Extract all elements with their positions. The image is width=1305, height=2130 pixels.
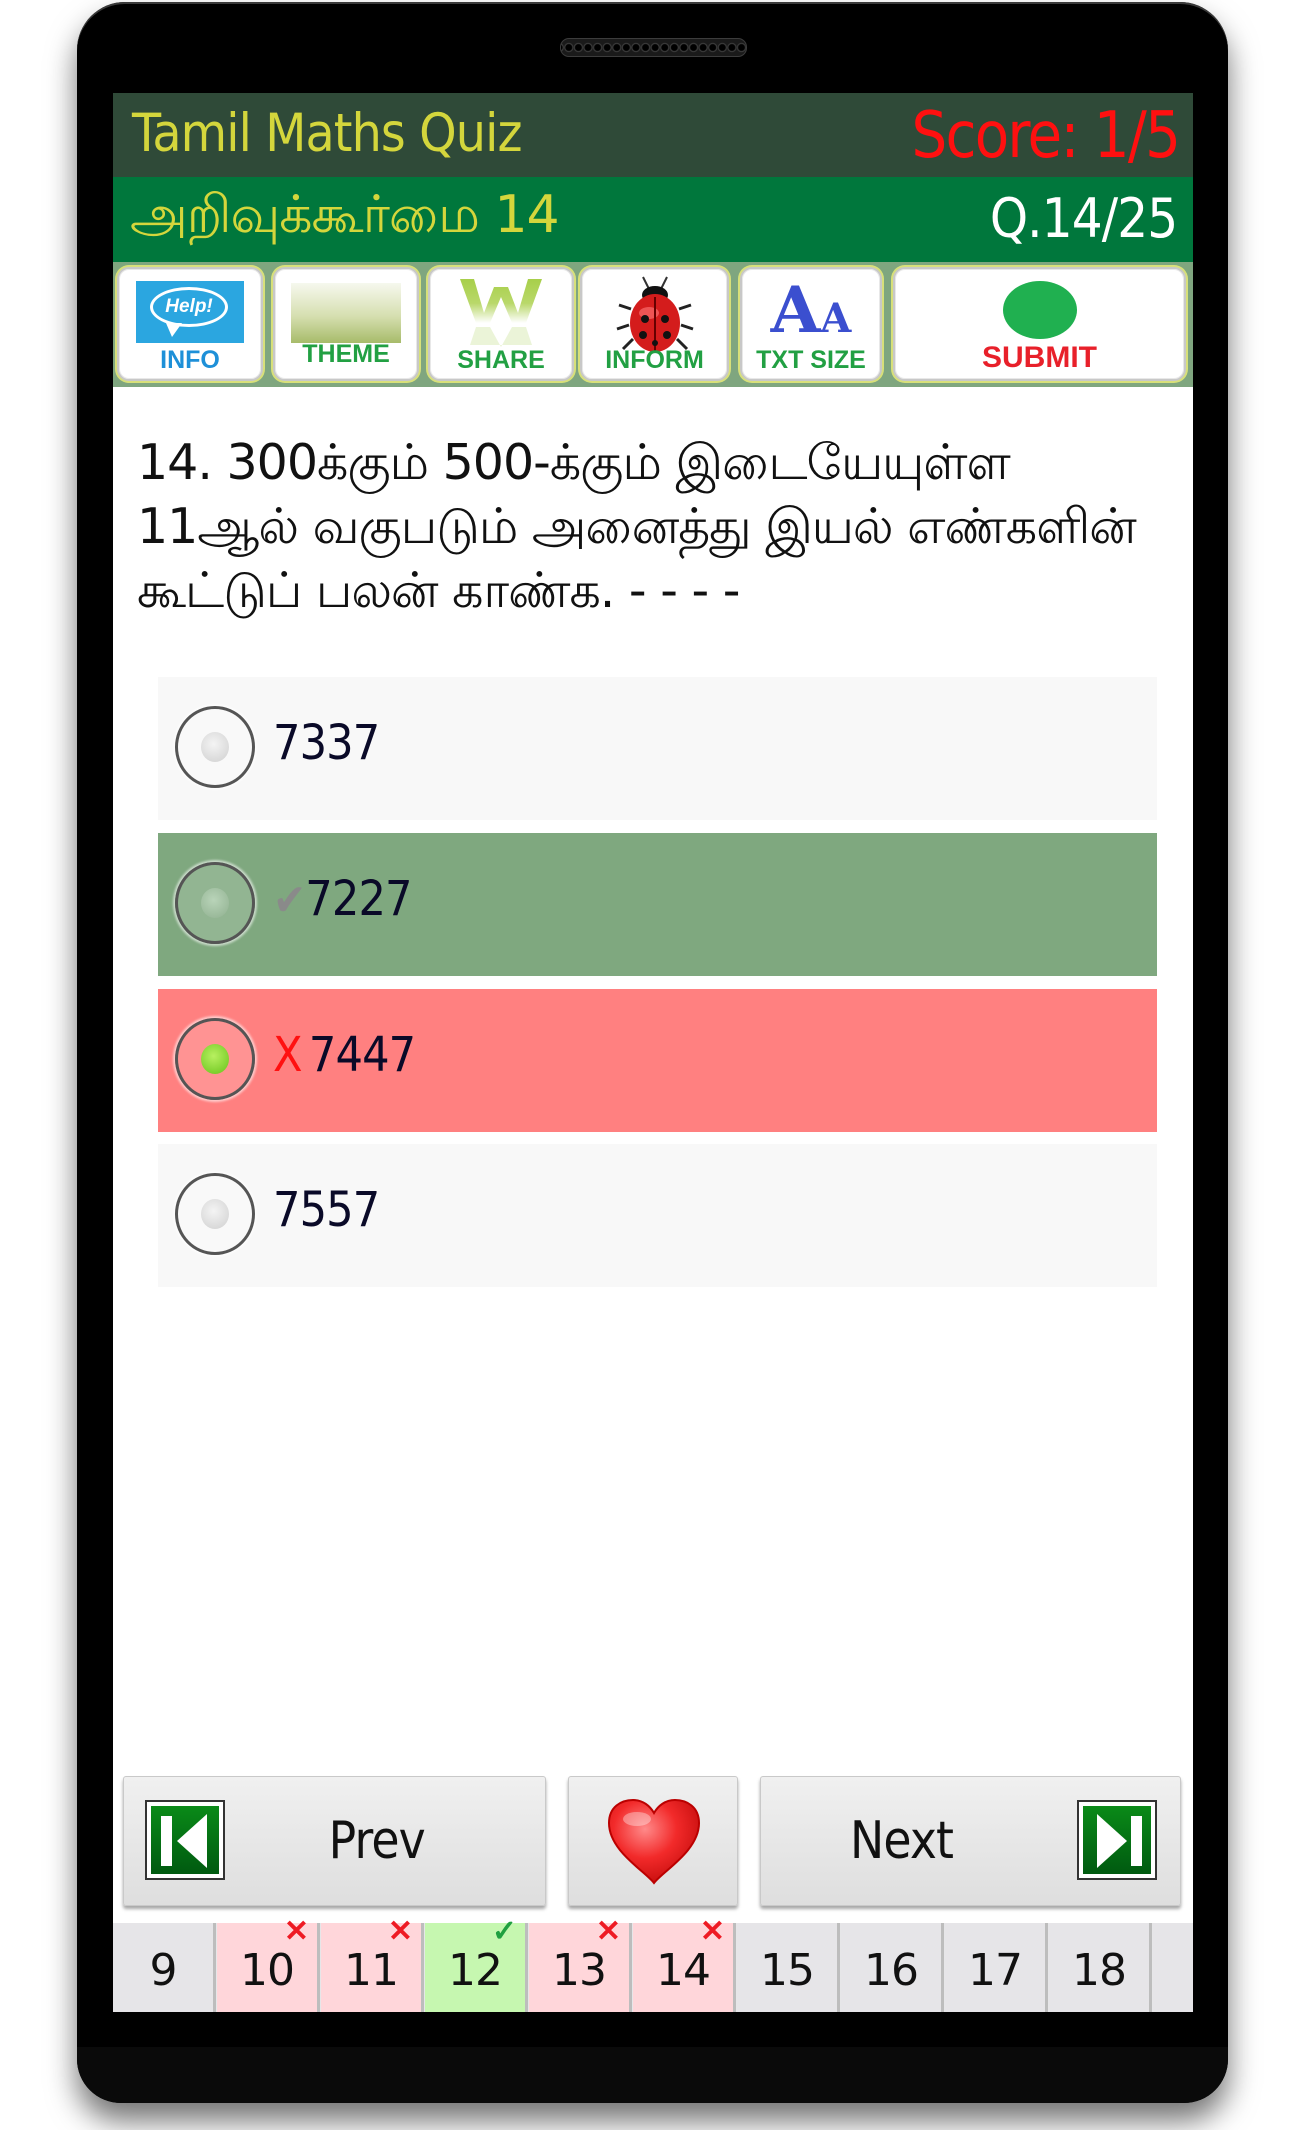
next-icon xyxy=(1077,1800,1157,1880)
pager-item-11[interactable]: ✕ 11 xyxy=(321,1917,424,2012)
pager-item-9[interactable]: 9 xyxy=(113,1923,216,2012)
wrong-x-icon: ✕ xyxy=(283,1915,309,1948)
pager-item-13[interactable]: ✕ 13 xyxy=(529,1917,632,2012)
answer-option-3[interactable]: X 7447 xyxy=(158,989,1157,1132)
option-text: ✔7227 xyxy=(273,871,413,927)
theme-swatch-icon xyxy=(291,283,401,343)
app-screen: Tamil Maths Quiz Score: 1/5 அறிவுக்கூர்ம… xyxy=(113,93,1193,2012)
pager-item-next-partial[interactable] xyxy=(1153,1923,1193,2012)
option-text: X 7447 xyxy=(273,1027,416,1083)
inform-label: INFORM xyxy=(605,346,704,374)
title-bar: Tamil Maths Quiz Score: 1/5 xyxy=(113,93,1193,177)
radio-button-selected[interactable] xyxy=(175,1018,255,1100)
radio-button[interactable] xyxy=(175,862,255,944)
answer-option-4[interactable]: 7557 xyxy=(158,1144,1157,1287)
wrong-x-icon: ✕ xyxy=(387,1915,413,1948)
favorite-button[interactable] xyxy=(568,1776,738,1906)
pager-item-17[interactable]: 17 xyxy=(945,1923,1048,2012)
next-label: Next xyxy=(850,1811,954,1871)
section-bar: அறிவுக்கூர்மை 14 Q.14/25 xyxy=(113,177,1193,262)
prev-icon xyxy=(145,1800,225,1880)
score-display: Score: 1/5 xyxy=(911,99,1180,173)
app-title: Tamil Maths Quiz xyxy=(132,103,523,164)
submit-label: SUBMIT xyxy=(982,341,1097,374)
info-label: INFO xyxy=(160,346,220,374)
radio-button[interactable] xyxy=(175,1173,255,1255)
inform-button[interactable]: INFORM xyxy=(580,267,729,381)
answer-option-2[interactable]: ✔7227 xyxy=(158,833,1157,976)
share-w-icon xyxy=(460,279,542,347)
pager-item-10[interactable]: ✕ 10 xyxy=(217,1917,320,2012)
theme-button[interactable]: THEME xyxy=(273,267,419,381)
next-button[interactable]: Next xyxy=(760,1776,1181,1906)
wrong-x-icon: ✕ xyxy=(595,1915,621,1948)
share-label: SHARE xyxy=(457,346,545,374)
correct-check-icon: ✓ xyxy=(491,1915,517,1948)
option-text: 7557 xyxy=(273,1182,380,1238)
wrong-x-icon: ✕ xyxy=(699,1915,725,1948)
pager-item-18[interactable]: 18 xyxy=(1049,1923,1152,2012)
pager-item-12[interactable]: ✓ 12 xyxy=(425,1917,528,2012)
pager-item-16[interactable]: 16 xyxy=(841,1923,944,2012)
option-text: 7337 xyxy=(273,715,380,771)
wrong-x-icon: X xyxy=(273,1027,303,1083)
prev-button[interactable]: Prev xyxy=(123,1776,546,1906)
theme-label: THEME xyxy=(302,340,390,368)
green-dot-icon xyxy=(1002,281,1077,339)
radio-button[interactable] xyxy=(175,706,255,788)
text-size-label: TXT SIZE xyxy=(756,346,866,374)
text-size-button[interactable]: AA TXT SIZE xyxy=(740,267,882,381)
submit-button[interactable]: SUBMIT xyxy=(893,267,1186,381)
question-pager: 9 ✕ 10 ✕ 11 ✓ 12 ✕ 13 ✕ 14 15 16 17 18 xyxy=(113,1917,1193,2012)
question-text: 14. 300க்கும் 500-க்கும் இடையேயுள்ள 11ஆல… xyxy=(137,434,1137,619)
info-button[interactable]: Help! INFO xyxy=(117,267,263,381)
pager-item-15[interactable]: 15 xyxy=(737,1923,840,2012)
text-size-icon: AA xyxy=(770,273,852,348)
phone-chin xyxy=(77,2047,1228,2103)
question-counter: Q.14/25 xyxy=(989,187,1178,250)
toolbar: Help! INFO THEME SHARE INFORM AA TXT SIZ… xyxy=(113,262,1193,387)
answer-option-1[interactable]: 7337 xyxy=(158,677,1157,820)
section-title: அறிவுக்கூர்மை 14 xyxy=(130,185,560,245)
speaker-grille xyxy=(560,38,747,57)
ladybug-icon xyxy=(616,276,693,352)
share-button[interactable]: SHARE xyxy=(428,267,574,381)
correct-check-icon: ✔ xyxy=(273,875,306,926)
help-bubble-icon: Help! xyxy=(136,281,244,343)
pager-item-14[interactable]: ✕ 14 xyxy=(633,1917,736,2012)
prev-label: Prev xyxy=(328,1811,426,1871)
heart-icon xyxy=(607,1798,701,1885)
